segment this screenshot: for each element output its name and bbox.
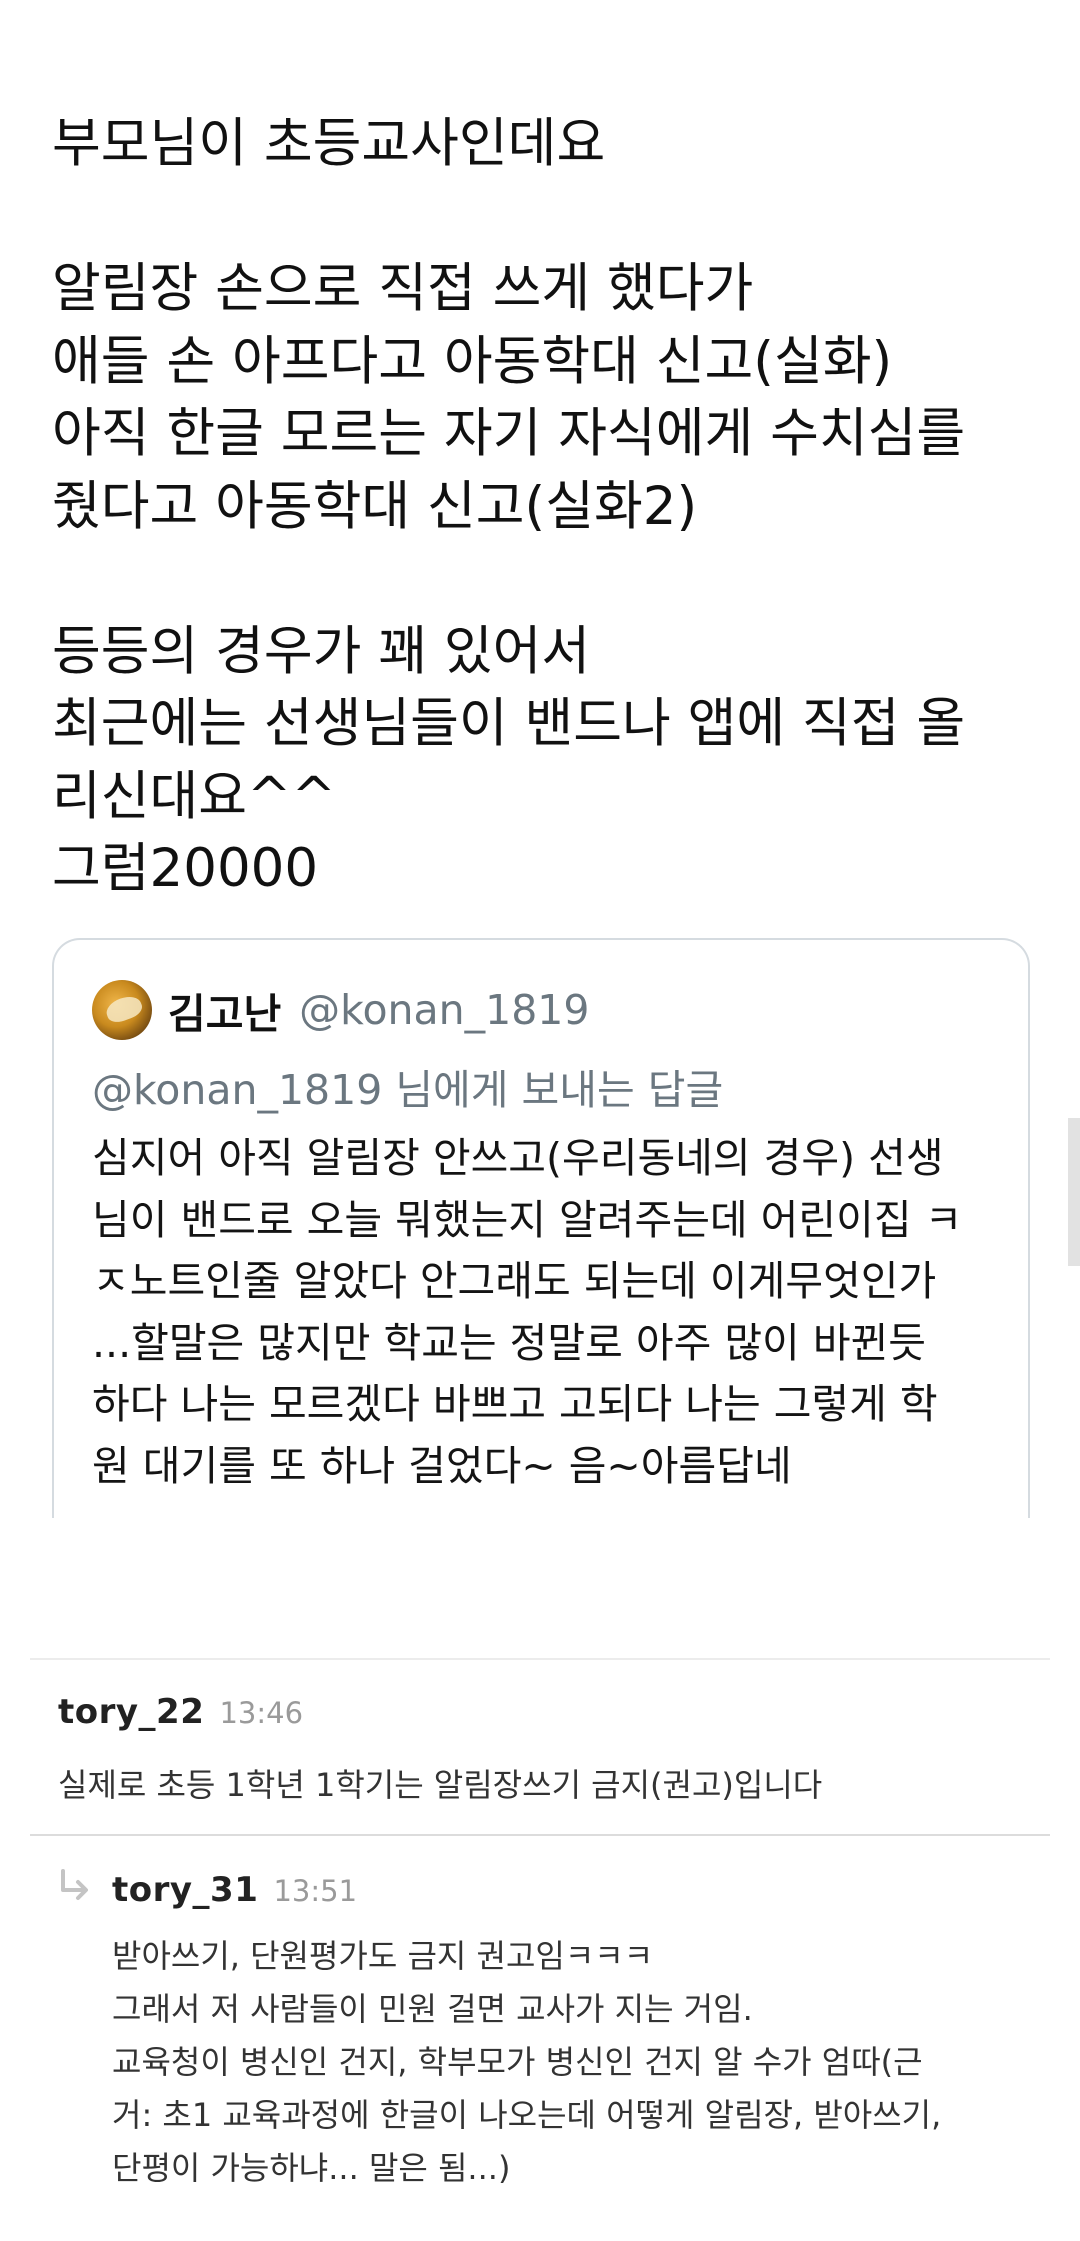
reply-username[interactable]: tory_31 <box>112 1870 258 1910</box>
tweet-text: 부모님이 초등교사인데요 알림장 손으로 직접 쓰게 했다가 애들 손 아프다고… <box>52 108 1052 906</box>
reply-line: 교육청이 병신인 건지, 학부모가 병신인 건지 알 수가 엄따(근 <box>112 2043 923 2081</box>
tweet-line: 아직 한글 모르는 자기 자식에게 수치심를 <box>52 403 966 464</box>
reply-timestamp: 13:51 <box>273 1874 358 1908</box>
quoted-tweet-line: 하다 나는 모르겠다 바쁘고 고되다 나는 그렇게 학 <box>92 1380 938 1428</box>
reply-line: 거: 초1 교육과정에 한글이 나오는데 어떻게 알림장, 받아쓰기, <box>112 2096 942 2134</box>
tweet-line: 애들 손 아프다고 아동학대 신고(실화) <box>52 330 893 392</box>
tweet-line: 리신대요^^ <box>52 765 336 827</box>
reply-line: 그래서 저 사람들이 민원 걸면 교사가 지는 거임. <box>112 1990 753 2028</box>
tweet-line: 줬다고 아동학대 신고(실화2) <box>52 475 698 537</box>
comment-text: 실제로 초등 1학년 1학기는 알림장쓰기 금지(권고)입니다 <box>58 1766 823 1804</box>
comment-header: tory_22 13:46 <box>58 1692 303 1732</box>
reply-arrow-icon <box>61 1869 88 1900</box>
tweet-line: 알림장 손으로 직접 쓰게 했다가 <box>52 258 754 319</box>
quoted-user-handle[interactable]: @konan_1819 <box>299 986 589 1034</box>
quoted-tweet-line: 님이 밴드로 오늘 뭐했는지 알려주는데 어린이집 ㅋ <box>92 1195 963 1244</box>
comment-username[interactable]: tory_22 <box>58 1692 204 1732</box>
scroll-indicator[interactable] <box>1068 1118 1080 1266</box>
comment-divider <box>30 1658 1050 1660</box>
reply-text: 받아쓰기, 단원평가도 금지 권고임ㅋㅋㅋ 그래서 저 사람들이 민원 걸면 교… <box>112 1930 941 2195</box>
quoted-tweet-line: 심지어 아직 알림장 안쓰고(우리동네의 경우) 선생 <box>92 1134 944 1182</box>
avatar[interactable] <box>92 980 152 1040</box>
quoted-tweet-body: 심지어 아직 알림장 안쓰고(우리동네의 경우) 선생 님이 밴드로 오늘 뭐했… <box>92 1128 1022 1497</box>
quoted-user-name[interactable]: 김고난 <box>168 980 281 1040</box>
comment-timestamp: 13:46 <box>219 1696 304 1730</box>
tweet-line: 등등의 경우가 꽤 있어서 <box>52 620 591 682</box>
quoted-tweet-line: ㅈ노트인줄 알았다 안그래도 되는데 이게무엇인가 <box>92 1257 937 1305</box>
tweet-line: 최근에는 선생님들이 밴드나 앱에 직접 올 <box>52 693 966 754</box>
reply-line: 받아쓰기, 단원평가도 금지 권고임ㅋㅋㅋ <box>112 1937 654 1975</box>
tweet-line: 그럼20000 <box>52 838 319 899</box>
quoted-tweet-card[interactable]: 김고난 @konan_1819 @konan_1819 님에게 보내는 답글 심… <box>52 938 1030 1518</box>
reply-header: tory_31 13:51 <box>112 1870 357 1910</box>
quoted-tweet-header: 김고난 @konan_1819 <box>92 980 589 1040</box>
reply-to-label: @konan_1819 님에게 보내는 답글 <box>92 1066 724 1114</box>
tweet-line: 부모님이 초등교사인데요 <box>52 113 606 174</box>
quoted-tweet-line: ...할말은 많지만 학교는 정말로 아주 많이 바뀐듯 <box>92 1318 926 1367</box>
comment-divider <box>30 1834 1050 1836</box>
reply-line: 단평이 가능하냐... 말은 됨...) <box>112 2149 511 2187</box>
quoted-tweet-line: 원 대기를 또 하나 걸었다~ 음~아름답네 <box>92 1441 792 1490</box>
